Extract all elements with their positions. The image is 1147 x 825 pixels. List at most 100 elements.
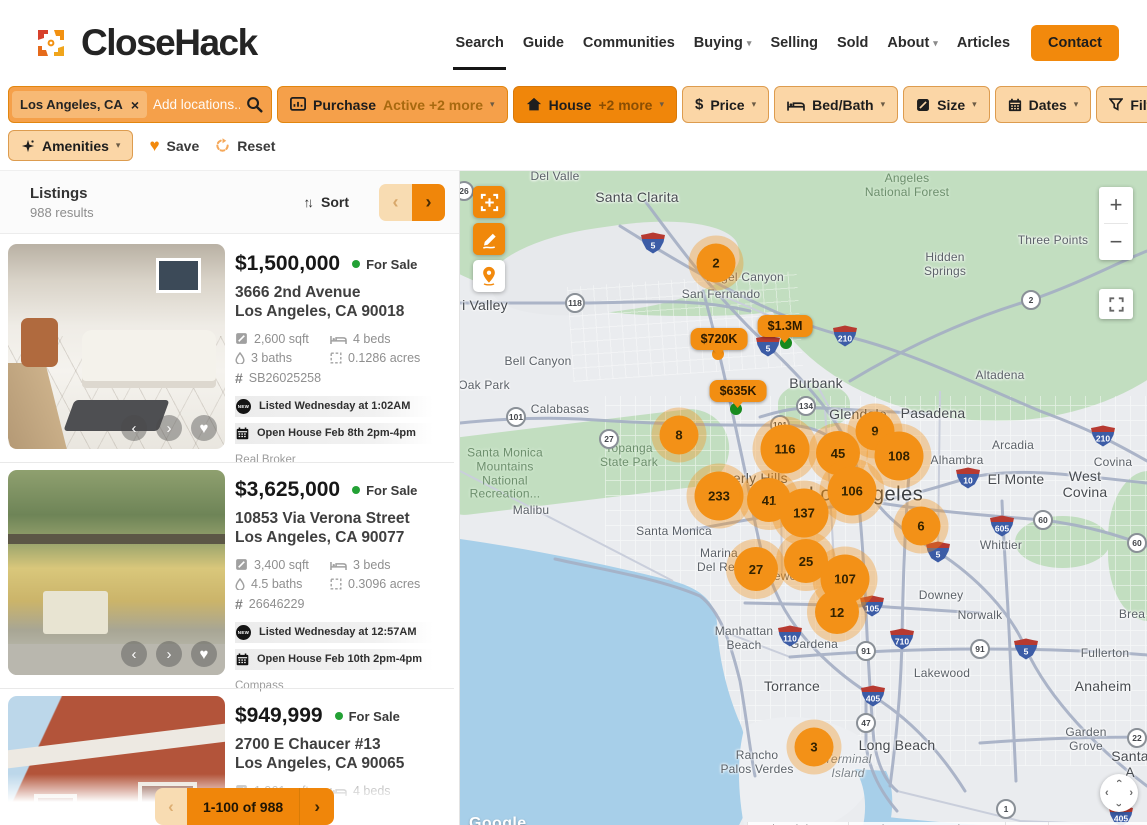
caret-down-icon: ▾: [972, 99, 977, 110]
map-cluster-marker[interactable]: 6: [902, 507, 941, 546]
contact-button[interactable]: Contact: [1031, 25, 1119, 61]
status-dot: [335, 712, 343, 720]
fullscreen-button[interactable]: [1099, 289, 1133, 319]
zoom-out-button[interactable]: −: [1099, 224, 1133, 260]
route-shield-1: 1: [996, 799, 1016, 819]
property-type-filter-button[interactable]: House +2 more ▾: [513, 86, 677, 123]
listings-prev-button[interactable]: ‹: [379, 184, 412, 221]
location-tag[interactable]: Los Angeles, CA ×: [12, 91, 147, 118]
brand-logo[interactable]: CloseHack: [30, 22, 257, 64]
map-cluster-marker[interactable]: 233: [695, 472, 744, 521]
nav-item-about[interactable]: About▾: [887, 35, 937, 51]
property-type-label: House: [549, 97, 592, 113]
map-cluster-marker[interactable]: 12: [815, 590, 859, 634]
reset-label: Reset: [237, 138, 275, 154]
beds-value: 4 beds: [353, 332, 391, 346]
photo-prev-button[interactable]: ‹: [121, 641, 147, 667]
route-shield-22: 22: [1127, 728, 1147, 748]
favorite-heart-icon[interactable]: ♥: [191, 415, 217, 441]
mls-value: 26646229: [249, 597, 305, 611]
filter-button-filters[interactable]: Filters▾: [1096, 86, 1147, 123]
listed-banner: NEWListed Wednesday at 1:02AM: [235, 396, 433, 417]
map-cluster-marker[interactable]: 3: [795, 728, 834, 767]
filter-label: Dates: [1029, 97, 1067, 113]
search-icon[interactable]: [246, 96, 263, 113]
caret-down-icon: ▾: [116, 140, 121, 151]
filter-button-price[interactable]: $Price▾: [682, 86, 769, 123]
pan-right-icon[interactable]: ›: [1129, 787, 1133, 799]
filter-button-dates[interactable]: Dates▾: [995, 86, 1092, 123]
nav-item-buying[interactable]: Buying▾: [694, 35, 752, 51]
filter-label: Filters: [1130, 97, 1147, 113]
listing-card[interactable]: ‹›♥$3,625,000For Sale10853 Via Verona St…: [0, 470, 459, 682]
hash-icon: #: [235, 596, 243, 612]
map-draw-button[interactable]: [473, 223, 505, 255]
photo-next-button[interactable]: ›: [156, 641, 182, 667]
fullscreen-icon: [1108, 296, 1125, 313]
amenities-filter-button[interactable]: Amenities ▾: [8, 130, 133, 161]
pan-down-icon[interactable]: ‹: [1113, 803, 1125, 807]
filter-bar: Los Angeles, CA × Purchase Active +2 mor…: [0, 86, 1147, 123]
route-shield-2: 2: [1021, 290, 1041, 310]
nav-item-sold[interactable]: Sold: [837, 35, 868, 51]
map[interactable]: Del ValleSanta ClaritaAngeles National F…: [460, 171, 1147, 825]
caret-down-icon: ▾: [659, 99, 664, 110]
map-cluster-marker[interactable]: 2: [697, 244, 736, 283]
listing-status: For Sale: [352, 257, 417, 272]
route-shield-134: 134: [796, 396, 816, 416]
purchase-filter-button[interactable]: Purchase Active +2 more ▾: [277, 86, 508, 123]
map-price-marker[interactable]: $720K: [691, 328, 748, 350]
map-pin-button[interactable]: [473, 260, 505, 292]
map-pan-control[interactable]: ‹ ‹ ‹ ›: [1100, 774, 1138, 812]
reset-filters-button[interactable]: Reset: [215, 138, 275, 154]
nav-item-communities[interactable]: Communities: [583, 35, 675, 51]
zoom-in-button[interactable]: +: [1099, 187, 1133, 223]
map-cluster-marker[interactable]: 116: [761, 425, 810, 474]
map-cluster-marker[interactable]: 106: [828, 467, 877, 516]
sqft: 3,400 sqft: [235, 558, 330, 572]
map-recenter-button[interactable]: [473, 186, 505, 218]
lot-size-value: 0.3096 acres: [348, 577, 420, 591]
listings-next-button[interactable]: ›: [412, 184, 445, 221]
route-shield-91: 91: [970, 639, 990, 659]
page: { "brand": { "name": "CloseHack" }, "col…: [0, 0, 1147, 825]
nav-item-guide[interactable]: Guide: [523, 35, 564, 51]
pagination-prev-button[interactable]: ‹: [155, 788, 187, 825]
hash-icon: #: [235, 370, 243, 386]
photo-prev-button[interactable]: ‹: [121, 415, 147, 441]
sort-button[interactable]: ↑↓ Sort: [304, 194, 350, 210]
pan-up-icon[interactable]: ‹: [1113, 779, 1125, 783]
map-price-marker[interactable]: $635K: [710, 380, 767, 402]
status-dot: [352, 260, 360, 268]
results-count: 988 results: [30, 205, 94, 220]
pan-left-icon[interactable]: ‹: [1105, 787, 1109, 799]
sqft-value: 3,400 sqft: [254, 558, 309, 572]
map-cluster-marker[interactable]: 137: [780, 489, 829, 538]
google-logo[interactable]: Google: [469, 815, 527, 825]
filter-button-size[interactable]: Size▾: [903, 86, 990, 123]
add-locations-input[interactable]: [147, 97, 246, 112]
listing-card[interactable]: ‹›♥$1,500,000For Sale3666 2nd Avenue Los…: [0, 244, 459, 456]
pagination-next-button[interactable]: ›: [300, 788, 334, 825]
map-cluster-marker[interactable]: 108: [875, 432, 924, 481]
favorite-heart-icon[interactable]: ♥: [191, 641, 217, 667]
map-cluster-marker[interactable]: 27: [734, 547, 778, 591]
sort-arrows-icon: ↑↓: [304, 195, 315, 210]
sort-label: Sort: [321, 194, 349, 210]
route-shield-101: 101: [506, 407, 526, 427]
mls-number: #SB26025258: [235, 370, 445, 386]
filter-button-bed-bath[interactable]: Bed/Bath▾: [774, 86, 898, 123]
listings-title: Listings: [30, 185, 94, 202]
remove-location-icon[interactable]: ×: [131, 100, 139, 110]
lot-size: 0.3096 acres: [330, 577, 445, 591]
nav-item-articles[interactable]: Articles: [957, 35, 1010, 51]
photo-next-button[interactable]: ›: [156, 415, 182, 441]
filter-buttons-group: $Price▾Bed/Bath▾Size▾Dates▾Filters▾: [682, 86, 1147, 123]
photo-detail: [8, 723, 225, 770]
map-cluster-marker[interactable]: 8: [660, 416, 699, 455]
nav-item-search[interactable]: Search: [455, 35, 503, 51]
save-search-button[interactable]: ♥ Save: [149, 136, 199, 156]
location-search[interactable]: Los Angeles, CA ×: [8, 86, 272, 123]
map-price-marker[interactable]: $1.3M: [758, 315, 813, 337]
nav-item-selling[interactable]: Selling: [770, 35, 818, 51]
